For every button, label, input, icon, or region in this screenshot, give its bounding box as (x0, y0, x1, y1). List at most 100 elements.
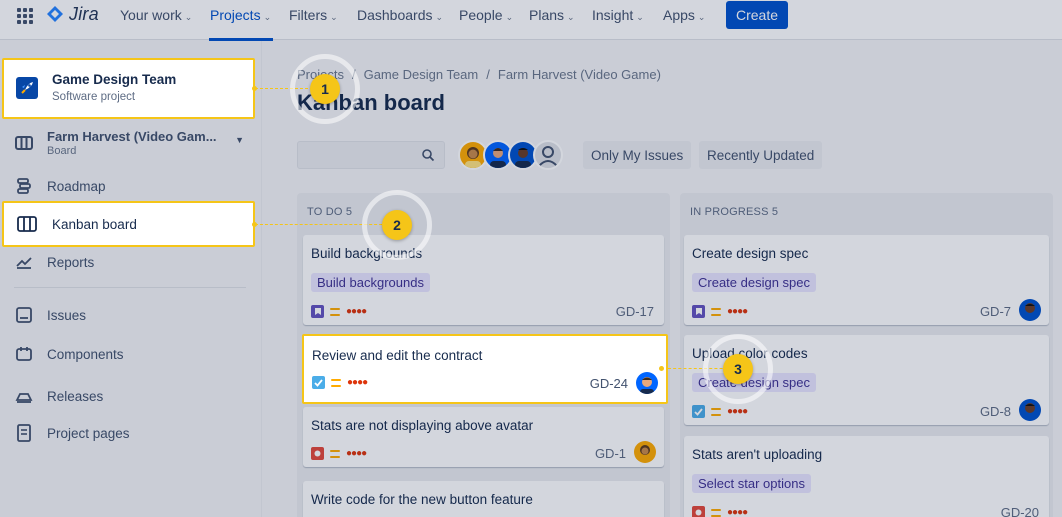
bug-icon (692, 506, 705, 517)
highlight-sidebar-item-kanban[interactable]: Kanban board (2, 201, 255, 247)
sidebar-item-roadmap[interactable]: Roadmap (14, 177, 106, 195)
chevron-down-icon: ⌄ (697, 12, 706, 22)
epic-label: Select star options (692, 474, 811, 493)
card-title: Review and edit the contract (312, 348, 483, 363)
board-icon (16, 215, 38, 238)
issue-key: GD-20 (1000, 505, 1039, 517)
status-dots-icon: ●●●● (347, 377, 368, 388)
jira-logo[interactable]: Jira (46, 4, 99, 25)
highlight-issue-card[interactable]: Review and edit the contract ●●●● GD-24 (302, 334, 668, 404)
search-icon (422, 149, 435, 162)
sidebar-divider (14, 287, 246, 288)
avatar[interactable] (634, 441, 656, 463)
sidebar-item-issues[interactable]: Issues (14, 306, 86, 324)
sidebar-item-label: Kanban board (52, 217, 137, 232)
connector-dot (252, 86, 257, 91)
app-switcher-icon[interactable] (17, 8, 33, 24)
issue-card[interactable]: Build backgrounds Build backgrounds ●●●●… (303, 235, 664, 325)
chevron-down-icon: ⌄ (184, 12, 193, 22)
task-icon (692, 405, 705, 418)
epic-label: Create design spec (692, 273, 817, 292)
only-my-issues-button[interactable]: Only My Issues (583, 141, 692, 169)
priority-medium-icon (331, 378, 341, 387)
search-input[interactable] (298, 142, 418, 168)
nav-filters[interactable]: Filters ⌄ (289, 7, 338, 23)
pages-icon (14, 424, 34, 442)
nav-label: Dashboards (357, 7, 433, 23)
priority-medium-icon (330, 307, 340, 316)
status-dots-icon: ●●●● (346, 448, 367, 459)
status-dots-icon: ●●●● (727, 406, 748, 417)
nav-label: Plans (529, 7, 565, 23)
chevron-down-icon: ⌄ (435, 12, 444, 22)
card-footer: ●●●● (692, 506, 748, 517)
chevron-down-icon: ▼ (235, 135, 244, 145)
bug-icon (311, 447, 324, 460)
callout-number: 2 (382, 210, 412, 240)
avatar[interactable] (1019, 299, 1041, 321)
nav-projects[interactable]: Projects ⌄ (210, 7, 271, 23)
avatar[interactable] (533, 140, 563, 170)
card-footer: ●●●● (692, 405, 748, 418)
chevron-down-icon: ⌄ (567, 12, 575, 22)
board-search[interactable] (297, 141, 445, 169)
sidebar-item-label: Issues (47, 307, 87, 323)
column-header: IN PROGRESS 5 (690, 206, 779, 218)
jira-wordmark: Jira (69, 4, 99, 24)
create-button[interactable]: Create (726, 1, 788, 29)
nav-dashboards[interactable]: Dashboards ⌄ (357, 7, 443, 23)
chevron-down-icon: ⌄ (636, 12, 644, 22)
card-title: Stats aren't uploading (692, 447, 823, 462)
sidebar-item-label: Reports (47, 254, 95, 270)
callout-marker-3[interactable]: 3 (703, 334, 773, 404)
epic-label: Build backgrounds (311, 273, 430, 292)
sidebar-item-project-pages[interactable]: Project pages (14, 424, 130, 442)
components-icon (14, 345, 34, 363)
sidebar-item-reports[interactable]: Reports (14, 253, 94, 271)
breadcrumb-separator: / (486, 67, 490, 82)
card-title: Create design spec (692, 246, 809, 261)
assignee-avatars (458, 140, 568, 170)
project-name: Game Design Team (52, 72, 177, 87)
issue-key: GD-1 (594, 446, 626, 461)
sidebar-item-components[interactable]: Components (14, 345, 124, 363)
status-dots-icon: ●●●● (727, 306, 748, 317)
nav-label: Apps (663, 7, 695, 23)
card-footer: ●●●● (311, 305, 367, 318)
nav-your-work[interactable]: Your work ⌄ (120, 7, 192, 23)
breadcrumb-project[interactable]: Game Design Team (364, 67, 479, 82)
priority-medium-icon (711, 508, 721, 517)
issue-card[interactable]: Create design spec Create design spec ●●… (684, 235, 1049, 325)
rocket-icon (16, 77, 38, 99)
jira-logo-icon (47, 5, 63, 22)
card-title: Stats are not displaying above avatar (311, 418, 534, 433)
breadcrumb-board[interactable]: Farm Harvest (Video Game) (498, 67, 661, 82)
nav-apps[interactable]: Apps ⌄ (663, 7, 705, 23)
highlight-project-header[interactable]: Game Design Team Software project (2, 58, 255, 119)
nav-insight[interactable]: Insight ⌄ (592, 7, 644, 23)
nav-label: Filters (289, 7, 328, 23)
nav-label: Your work (120, 7, 182, 23)
connector-dot (659, 366, 664, 371)
callout-marker-2[interactable]: 2 (362, 190, 432, 260)
priority-medium-icon (711, 307, 721, 316)
recently-updated-button[interactable]: Recently Updated (699, 141, 823, 169)
callout-marker-1[interactable]: 1 (290, 54, 360, 124)
nav-plans[interactable]: Plans ⌄ (529, 7, 575, 23)
card-footer: ●●●● (311, 447, 367, 460)
priority-medium-icon (711, 407, 721, 416)
avatar[interactable] (1019, 399, 1041, 421)
story-icon (311, 305, 324, 318)
issue-card[interactable]: Stats are not displaying above avatar ●●… (303, 407, 664, 467)
board-name: Farm Harvest (Video Gam... (47, 129, 217, 144)
sidebar-item-releases[interactable]: Releases (14, 387, 103, 405)
chevron-down-icon: ⌄ (505, 12, 514, 22)
card-title: Write code for the new button feature (311, 492, 533, 507)
nav-people[interactable]: People ⌄ (459, 7, 513, 23)
sidebar-item-label: Project pages (47, 425, 130, 441)
status-dots-icon: ●●●● (727, 507, 748, 517)
issue-card[interactable]: Write code for the new button feature (303, 481, 664, 517)
issue-card[interactable]: Stats aren't uploading Select star optio… (684, 436, 1049, 517)
board-switcher[interactable]: Farm Harvest (Video Gam... Board ▼ (14, 129, 248, 157)
avatar[interactable] (636, 372, 658, 394)
